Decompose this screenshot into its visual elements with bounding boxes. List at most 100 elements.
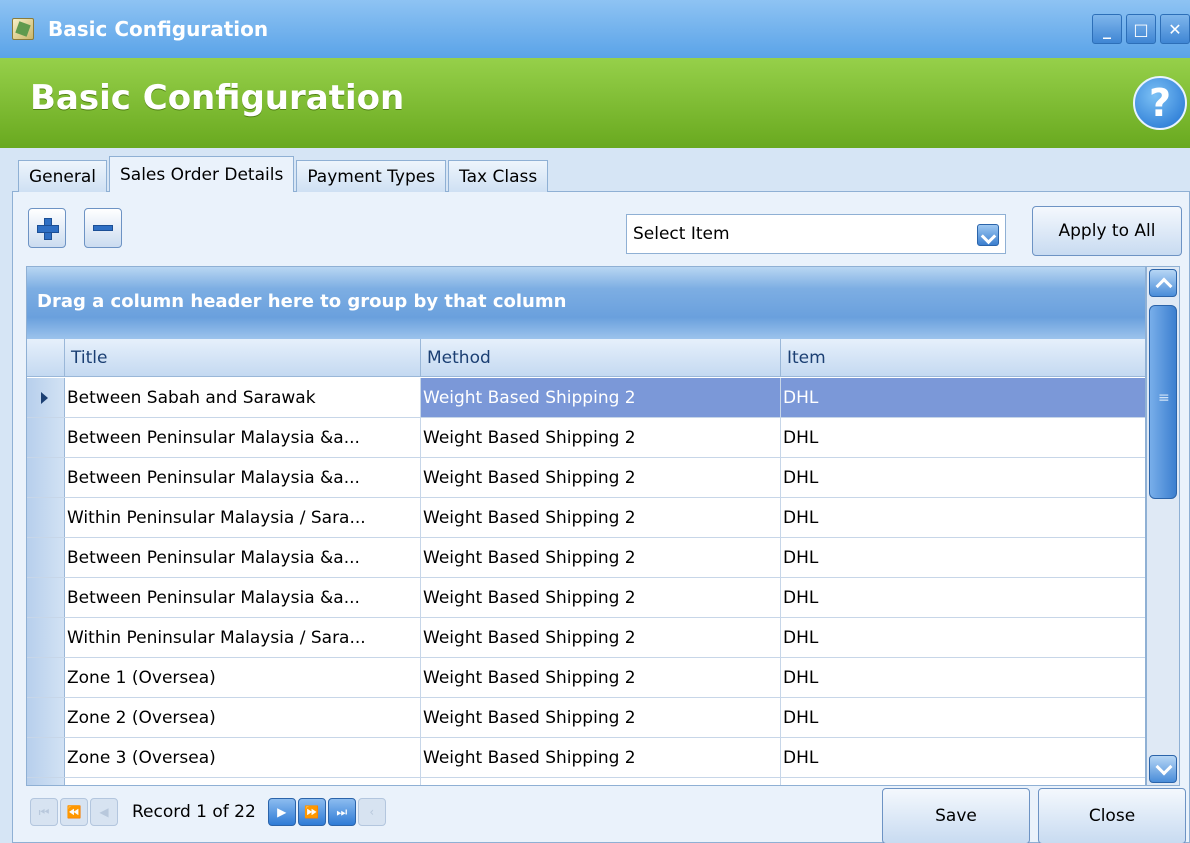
cell-title[interactable]: Zone 1 (Oversea): [65, 658, 421, 697]
window-controls: _ □ ✕: [1092, 14, 1190, 44]
previous-page-icon[interactable]: ◀: [90, 798, 118, 826]
cell-title[interactable]: Between Sabah and Sarawak: [65, 378, 421, 417]
scroll-left-icon[interactable]: ‹: [357, 798, 386, 826]
scroll-down-button[interactable]: [1149, 755, 1177, 783]
cell-title[interactable]: Zone 2 (Oversea): [65, 698, 421, 737]
tab-general[interactable]: General: [18, 160, 107, 192]
row-indicator[interactable]: [27, 778, 65, 785]
vertical-scrollbar[interactable]: [1146, 266, 1180, 786]
cell-item[interactable]: DHL: [781, 418, 1145, 457]
help-icon[interactable]: ?: [1133, 76, 1187, 130]
cell-item[interactable]: DHL: [781, 698, 1145, 737]
cell-title[interactable]: Within Peninsular Malaysia / Sara...: [65, 618, 421, 657]
row-indicator[interactable]: [27, 618, 65, 657]
app-icon: [12, 18, 34, 40]
last-page-icon[interactable]: ⏭: [327, 798, 356, 826]
cell-item[interactable]: DHL: [781, 458, 1145, 497]
row-indicator[interactable]: [27, 458, 65, 497]
scroll-thumb[interactable]: [1149, 305, 1177, 499]
record-navigator: ⏮ ⏪ ◀ Record 1 of 22 ▶ ⏩ ⏭ ‹: [26, 786, 876, 838]
row-indicator[interactable]: [27, 378, 65, 417]
table-row[interactable]: Zone 4 (Oversea)Weight Based Shipping 2D…: [27, 778, 1145, 785]
previous-page-fast-icon[interactable]: ⏪: [60, 798, 88, 826]
first-page-icon[interactable]: ⏮: [30, 798, 58, 826]
tab-payment-types[interactable]: Payment Types: [296, 160, 447, 192]
maximize-button[interactable]: □: [1126, 14, 1156, 44]
row-indicator[interactable]: [27, 538, 65, 577]
cell-title[interactable]: Zone 4 (Oversea): [65, 778, 421, 785]
cell-title[interactable]: Zone 3 (Oversea): [65, 738, 421, 777]
row-indicator[interactable]: [27, 658, 65, 697]
table-row[interactable]: Within Peninsular Malaysia / Sara... Weig…: [27, 618, 1145, 658]
table-row[interactable]: Between Peninsular Malaysia &a... Weight …: [27, 538, 1145, 578]
table-row[interactable]: Zone 2 (Oversea) Weight Based Shipping 2D…: [27, 698, 1145, 738]
shipping-grid: Drag a column header here to group by th…: [26, 266, 1146, 786]
cell-method[interactable]: Weight Based Shipping 2: [421, 418, 781, 457]
apply-to-all-button[interactable]: Apply to All: [1032, 206, 1182, 256]
close-button[interactable]: Close: [1038, 788, 1186, 843]
cell-method[interactable]: Weight Based Shipping 2: [421, 458, 781, 497]
cell-item[interactable]: DHL: [781, 578, 1145, 617]
cell-method[interactable]: Weight Based Shipping 2: [421, 498, 781, 537]
cell-method[interactable]: Weight Based Shipping 2: [421, 618, 781, 657]
table-row[interactable]: Between Peninsular Malaysia &a... Weight …: [27, 458, 1145, 498]
tab-strip: General Sales Order Details Payment Type…: [18, 156, 550, 192]
add-row-button[interactable]: [28, 208, 66, 248]
next-page-icon[interactable]: ▶: [267, 798, 296, 826]
minus-icon: [93, 225, 113, 231]
table-row[interactable]: Zone 3 (Oversea) Weight Based Shipping 2D…: [27, 738, 1145, 778]
cell-item[interactable]: DHL: [781, 378, 1145, 417]
table-row[interactable]: Between Sabah and Sarawak Weight Based Sh…: [27, 378, 1145, 418]
table-row[interactable]: Between Peninsular Malaysia &a... Weight …: [27, 418, 1145, 458]
row-indicator[interactable]: [27, 418, 65, 457]
table-row[interactable]: Between Peninsular Malaysia &a... Weight …: [27, 578, 1145, 618]
remove-row-button[interactable]: [84, 208, 122, 248]
cell-title[interactable]: Between Peninsular Malaysia &a...: [65, 578, 421, 617]
table-row[interactable]: Within Peninsular Malaysia / Sara... Weig…: [27, 498, 1145, 538]
window-titlebar: Basic Configuration _ □ ✕: [0, 0, 1190, 58]
cell-title[interactable]: Within Peninsular Malaysia / Sara...: [65, 498, 421, 537]
grid-rows: Between Sabah and Sarawak Weight Based Sh…: [27, 378, 1145, 785]
cell-method[interactable]: Weight Based Shipping 2: [421, 778, 781, 785]
cell-item[interactable]: DHL: [781, 538, 1145, 577]
cell-item[interactable]: DHL: [781, 498, 1145, 537]
tab-tax-class[interactable]: Tax Class: [448, 160, 549, 192]
cell-method[interactable]: Weight Based Shipping 2: [421, 698, 781, 737]
row-indicator[interactable]: [27, 578, 65, 617]
item-select[interactable]: Select Item: [626, 214, 1006, 254]
tab-sales-order-details[interactable]: Sales Order Details: [109, 156, 295, 192]
cell-title[interactable]: Between Peninsular Malaysia &a...: [65, 538, 421, 577]
row-indicator[interactable]: [27, 738, 65, 777]
cell-method[interactable]: Weight Based Shipping 2: [421, 738, 781, 777]
next-page-fast-icon[interactable]: ⏩: [297, 798, 326, 826]
cell-method[interactable]: Weight Based Shipping 2: [421, 658, 781, 697]
cell-item[interactable]: DHL: [781, 778, 1145, 785]
minimize-button[interactable]: _: [1092, 14, 1122, 44]
cell-item[interactable]: DHL: [781, 658, 1145, 697]
plus-icon: [37, 218, 59, 240]
scroll-up-button[interactable]: [1149, 269, 1177, 297]
cell-item[interactable]: DHL: [781, 738, 1145, 777]
item-select-value: Select Item: [633, 224, 730, 244]
column-header-row: Title Method Item: [27, 339, 1145, 377]
page-title: Basic Configuration: [30, 78, 405, 118]
cell-item[interactable]: DHL: [781, 618, 1145, 657]
cell-method[interactable]: Weight Based Shipping 2: [421, 538, 781, 577]
window-title: Basic Configuration: [48, 17, 269, 41]
page-header: Basic Configuration ?: [0, 58, 1190, 148]
cell-title[interactable]: Between Peninsular Malaysia &a...: [65, 458, 421, 497]
save-button[interactable]: Save: [882, 788, 1030, 843]
column-header-method[interactable]: Method: [421, 339, 781, 376]
row-indicator[interactable]: [27, 498, 65, 537]
chevron-down-icon[interactable]: [977, 224, 999, 246]
close-window-button[interactable]: ✕: [1160, 14, 1190, 44]
table-row[interactable]: Zone 1 (Oversea) Weight Based Shipping 2D…: [27, 658, 1145, 698]
group-by-panel[interactable]: Drag a column header here to group by th…: [27, 267, 1145, 339]
row-indicator[interactable]: [27, 698, 65, 737]
column-header-title[interactable]: Title: [65, 339, 421, 376]
cell-title[interactable]: Between Peninsular Malaysia &a...: [65, 418, 421, 457]
cell-method[interactable]: Weight Based Shipping 2: [421, 378, 781, 417]
row-indicator-header: [27, 339, 65, 376]
column-header-item[interactable]: Item: [781, 339, 1145, 376]
cell-method[interactable]: Weight Based Shipping 2: [421, 578, 781, 617]
